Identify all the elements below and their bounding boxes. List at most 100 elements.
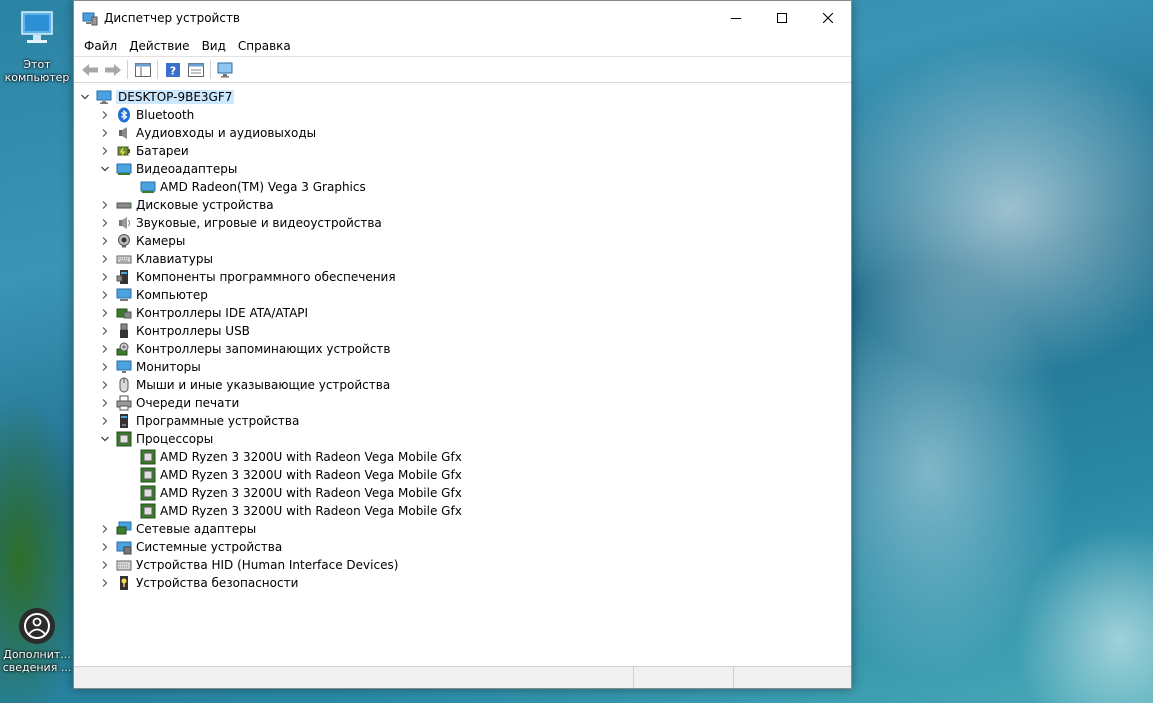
tree-category-label: Батареи bbox=[136, 144, 189, 158]
tree-category[interactable]: Контроллеры IDE ATA/ATAPI bbox=[98, 304, 308, 322]
chevron-right-icon[interactable] bbox=[98, 214, 112, 232]
maximize-icon bbox=[777, 13, 787, 23]
keyboard-icon bbox=[116, 251, 132, 267]
tree-category[interactable]: Батареи bbox=[98, 142, 189, 160]
tree-category[interactable]: Устройства безопасности bbox=[98, 574, 298, 592]
tree-category[interactable]: Очереди печати bbox=[98, 394, 239, 412]
tree-device-label: AMD Ryzen 3 3200U with Radeon Vega Mobil… bbox=[160, 468, 462, 482]
tree-category[interactable]: Компьютер bbox=[98, 286, 208, 304]
tree-category[interactable]: Дисковые устройства bbox=[98, 196, 274, 214]
scan-hardware-button[interactable] bbox=[214, 58, 237, 81]
chevron-right-icon[interactable] bbox=[98, 412, 112, 430]
chevron-right-icon[interactable] bbox=[98, 286, 112, 304]
tree-category-label: Аудиовходы и аудиовыходы bbox=[136, 126, 317, 140]
storage-controller-icon bbox=[116, 341, 132, 357]
menu-view[interactable]: Вид bbox=[196, 39, 232, 53]
tree-root[interactable]: DESKTOP-9BE3GF7 bbox=[78, 88, 235, 106]
desktop-icon-this-pc[interactable]: Этот компьютер bbox=[2, 8, 72, 84]
tree-category[interactable]: Процессоры bbox=[98, 430, 213, 448]
chevron-right-icon[interactable] bbox=[98, 196, 112, 214]
close-icon bbox=[823, 13, 833, 23]
chevron-right-icon[interactable] bbox=[98, 358, 112, 376]
tree-category-label: Устройства безопасности bbox=[136, 576, 299, 590]
tree-category[interactable]: Сетевые адаптеры bbox=[98, 520, 256, 538]
tree-category[interactable]: Мыши и иные указывающие устройства bbox=[98, 376, 390, 394]
tree-category-label: Звуковые, игровые и видеоустройства bbox=[136, 216, 382, 230]
this-pc-icon bbox=[21, 11, 53, 43]
tree-category[interactable]: Видеоадаптеры bbox=[98, 160, 237, 178]
tree-category[interactable]: Контроллеры запоминающих устройств bbox=[98, 340, 390, 358]
tree-category[interactable]: Bluetooth bbox=[98, 106, 194, 124]
chevron-right-icon[interactable] bbox=[98, 322, 112, 340]
tree-category[interactable]: Системные устройства bbox=[98, 538, 282, 556]
tree-category[interactable]: Аудиовходы и аудиовыходы bbox=[98, 124, 316, 142]
tree-device[interactable]: AMD Radeon(TM) Vega 3 Graphics bbox=[136, 178, 366, 196]
tree-device[interactable]: AMD Ryzen 3 3200U with Radeon Vega Mobil… bbox=[136, 448, 462, 466]
close-button[interactable] bbox=[805, 1, 851, 35]
back-button[interactable] bbox=[78, 58, 101, 81]
tree-category[interactable]: Устройства HID (Human Interface Devices) bbox=[98, 556, 398, 574]
forward-button[interactable] bbox=[101, 58, 124, 81]
tree-device-label: AMD Ryzen 3 3200U with Radeon Vega Mobil… bbox=[160, 504, 462, 518]
menu-help[interactable]: Справка bbox=[232, 39, 297, 53]
properties-button[interactable] bbox=[184, 58, 207, 81]
chevron-right-icon[interactable] bbox=[98, 340, 112, 358]
chevron-right-icon[interactable] bbox=[98, 574, 112, 592]
minimize-button[interactable] bbox=[713, 1, 759, 35]
tree-device-label: AMD Ryzen 3 3200U with Radeon Vega Mobil… bbox=[160, 450, 462, 464]
desktop-icon-extra-info[interactable]: Дополнит... сведения ... bbox=[2, 606, 72, 674]
tree-category[interactable]: Камеры bbox=[98, 232, 185, 250]
chevron-right-icon[interactable] bbox=[98, 142, 112, 160]
maximize-button[interactable] bbox=[759, 1, 805, 35]
tree-category-label: Сетевые адаптеры bbox=[136, 522, 257, 536]
tree-category[interactable]: Программные устройства bbox=[98, 412, 299, 430]
toolbar: ? bbox=[74, 56, 851, 83]
chevron-right-icon[interactable] bbox=[98, 520, 112, 538]
speaker-icon bbox=[116, 125, 132, 141]
tree-device[interactable]: AMD Ryzen 3 3200U with Radeon Vega Mobil… bbox=[136, 484, 462, 502]
help-button[interactable]: ? bbox=[161, 58, 184, 81]
tree-category-label: Процессоры bbox=[136, 432, 214, 446]
chevron-down-icon[interactable] bbox=[98, 160, 112, 178]
tree-device[interactable]: AMD Ryzen 3 3200U with Radeon Vega Mobil… bbox=[136, 466, 462, 484]
tree-category-label: Мыши и иные указывающие устройства bbox=[136, 378, 391, 392]
chevron-right-icon[interactable] bbox=[98, 106, 112, 124]
chevron-right-icon[interactable] bbox=[98, 538, 112, 556]
title-bar[interactable]: Диспетчер устройств bbox=[74, 1, 851, 35]
chevron-right-icon[interactable] bbox=[98, 124, 112, 142]
show-hide-console-tree-button[interactable] bbox=[131, 58, 154, 81]
processor-icon bbox=[140, 467, 156, 483]
device-manager-app-icon bbox=[82, 12, 98, 26]
chevron-down-icon[interactable] bbox=[78, 88, 92, 106]
network-adapter-icon bbox=[116, 521, 132, 537]
chevron-down-icon[interactable] bbox=[98, 430, 112, 448]
display-adapter-icon bbox=[140, 179, 156, 195]
scan-hardware-icon bbox=[217, 62, 232, 77]
status-pane-main bbox=[74, 667, 634, 688]
tree-category[interactable]: Компоненты программного обеспечения bbox=[98, 268, 396, 286]
svg-text:?: ? bbox=[169, 64, 175, 77]
menu-file[interactable]: Файл bbox=[78, 39, 123, 53]
tree-category[interactable]: Мониторы bbox=[98, 358, 201, 376]
tree-category-label: Bluetooth bbox=[136, 108, 195, 122]
status-pane-secondary bbox=[634, 667, 734, 688]
toolbar-separator bbox=[127, 60, 128, 79]
chevron-right-icon[interactable] bbox=[98, 376, 112, 394]
chevron-right-icon[interactable] bbox=[98, 304, 112, 322]
system-device-icon bbox=[116, 539, 132, 555]
tree-category[interactable]: Звуковые, игровые и видеоустройства bbox=[98, 214, 382, 232]
chevron-right-icon[interactable] bbox=[98, 232, 112, 250]
chevron-right-icon[interactable] bbox=[98, 250, 112, 268]
sound-device-icon bbox=[116, 215, 132, 231]
tree-category[interactable]: Клавиатуры bbox=[98, 250, 213, 268]
tree-category[interactable]: Контроллеры USB bbox=[98, 322, 250, 340]
menu-action[interactable]: Действие bbox=[123, 39, 195, 53]
tree-category-label: Контроллеры IDE ATA/ATAPI bbox=[136, 306, 309, 320]
chevron-right-icon[interactable] bbox=[98, 394, 112, 412]
back-arrow-icon bbox=[81, 63, 98, 76]
chevron-right-icon[interactable] bbox=[98, 268, 112, 286]
chevron-right-icon[interactable] bbox=[98, 556, 112, 574]
tree-device[interactable]: AMD Ryzen 3 3200U with Radeon Vega Mobil… bbox=[136, 502, 462, 520]
tree-category-label: Дисковые устройства bbox=[136, 198, 274, 212]
tree-category-label: Очереди печати bbox=[136, 396, 240, 410]
